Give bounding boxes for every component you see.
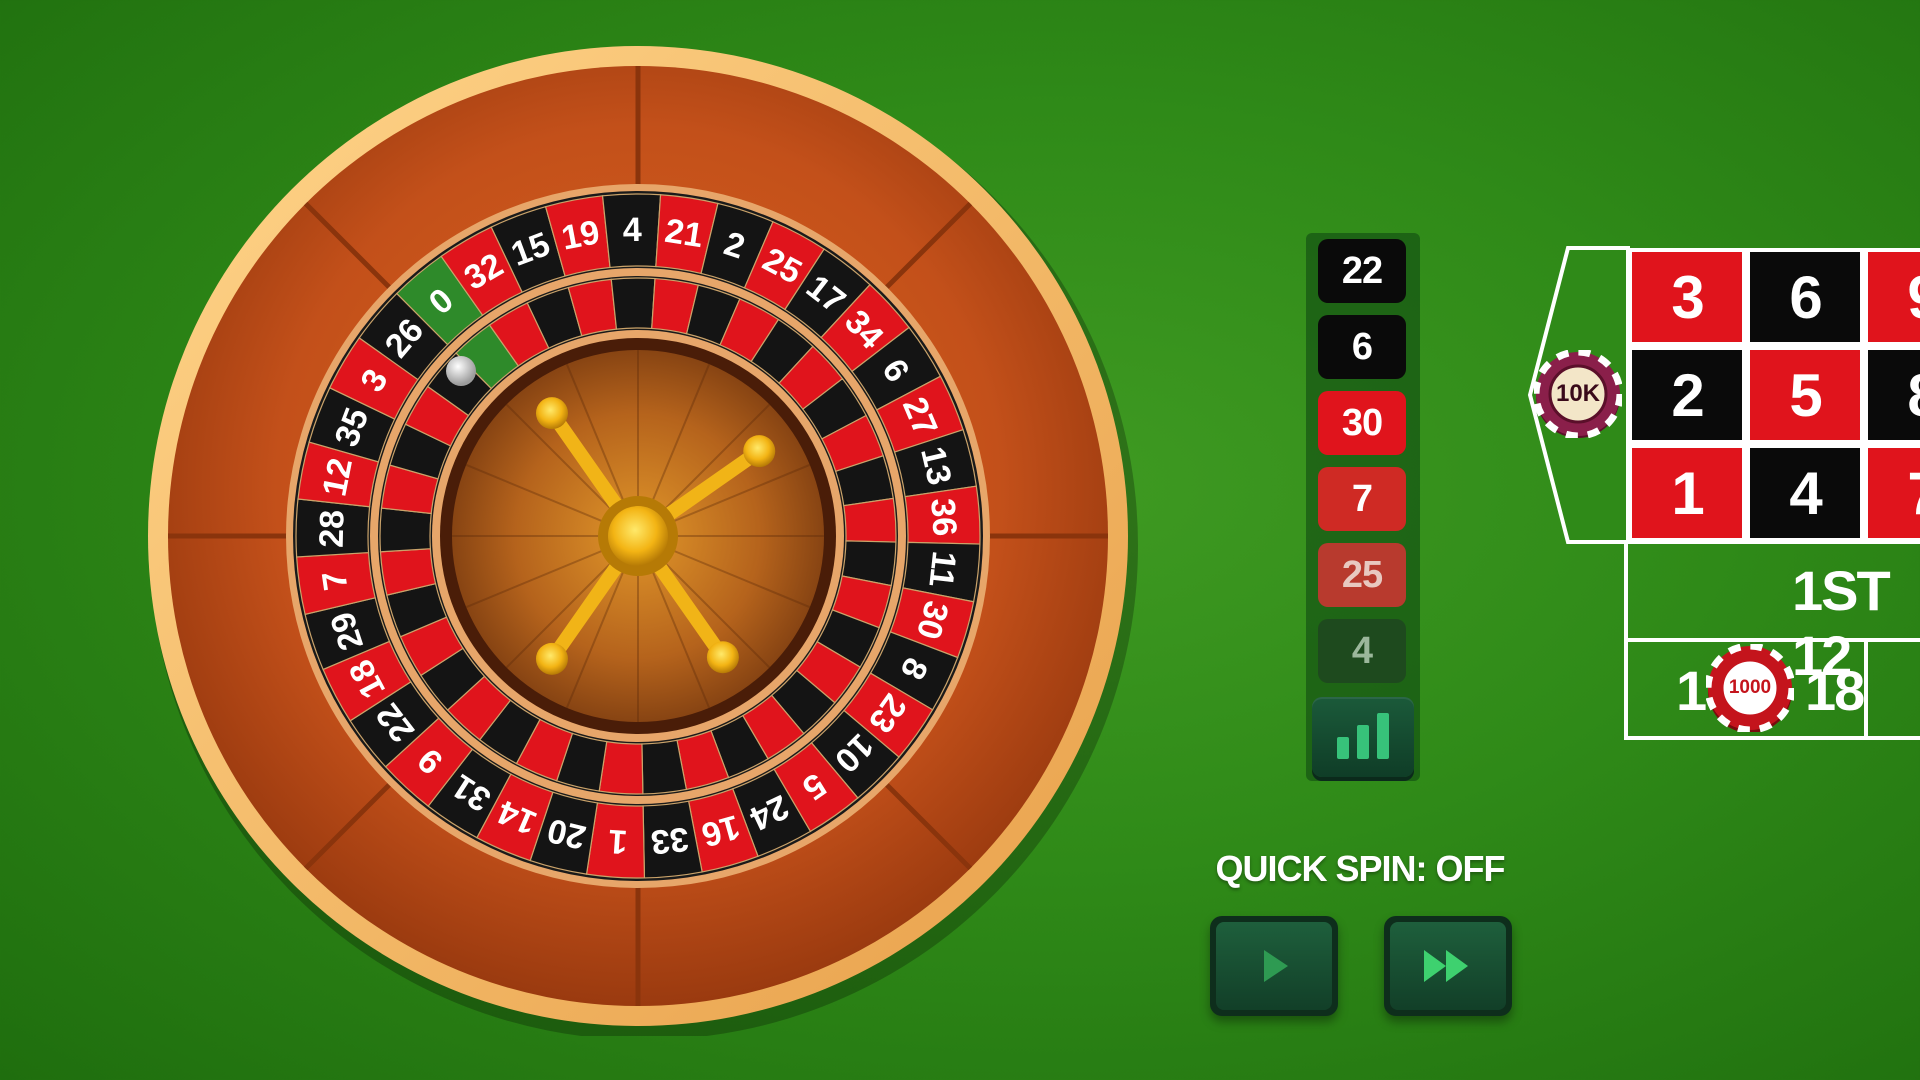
bet-number-9[interactable]: 9 <box>1864 248 1920 346</box>
quick-spin-label: QUICK SPIN: OFF <box>1215 848 1506 889</box>
pocket-label-28: 28 <box>313 509 352 548</box>
bar-chart-icon-bar-2 <box>1357 725 1369 759</box>
bet-number-2[interactable]: 2 <box>1628 346 1746 444</box>
bet-number-4[interactable]: 4 <box>1746 444 1864 542</box>
hub-spoke-knob <box>743 435 776 468</box>
bar-chart-icon <box>1337 737 1349 759</box>
bet-number-6[interactable]: 6 <box>1746 248 1864 346</box>
hub-spoke-knob <box>706 641 739 674</box>
pocket-label-4: 4 <box>622 211 642 249</box>
pocket-label-12: 12 <box>315 455 360 499</box>
hub-center-knob <box>608 506 668 566</box>
statistics-button[interactable] <box>1312 697 1414 777</box>
hub-spoke-knob <box>535 642 568 675</box>
chip-1000[interactable]: 1000 <box>1704 642 1796 737</box>
pocket-label-11: 11 <box>921 549 963 589</box>
history-result-3: 30 <box>1318 391 1406 455</box>
pocket-label-36: 36 <box>923 497 963 537</box>
roulette-scene: 0 32 15 19 4 21 2 25 17 34 6 27 13 36 11 30 8 23 10 5 24 16 33… <box>0 0 1920 1080</box>
pocket-label-1: 1 <box>607 822 628 861</box>
history-result-4: 7 <box>1318 467 1406 531</box>
bet-number-8[interactable]: 8 <box>1864 346 1920 444</box>
pocket-label-21: 21 <box>662 212 705 255</box>
bet-number-7[interactable]: 7 <box>1864 444 1920 542</box>
pocket-label-33: 33 <box>649 819 691 861</box>
spin-button[interactable] <box>1210 916 1338 1016</box>
bet-number-5[interactable]: 5 <box>1746 346 1864 444</box>
history-result-1: 22 <box>1318 239 1406 303</box>
play-icon <box>1264 950 1288 982</box>
history-result-6: 4 <box>1318 619 1406 683</box>
pocket-label-19: 19 <box>558 213 602 257</box>
quick-spin-toggle-button[interactable] <box>1384 916 1512 1016</box>
inner-pocket-28 <box>379 507 432 553</box>
chip-10k-label: 10K <box>1555 380 1601 407</box>
chip-10k[interactable]: 10K <box>1532 348 1624 443</box>
chip-1000-label: 1000 <box>1728 677 1772 698</box>
roulette-wheel-graphic: 03215 19 4 21 2 25173462713361130823105241633… <box>148 46 1138 1036</box>
spin-history-panel: 22 6 30 7 25 4 <box>1306 233 1420 781</box>
bet-number-3[interactable]: 3 <box>1628 248 1746 346</box>
hub-spoke-knob <box>535 397 568 430</box>
fast-forward-icon <box>1424 950 1468 982</box>
history-result-5: 25 <box>1318 543 1406 607</box>
inner-pocket-4 <box>610 277 656 330</box>
bar-chart-icon-bar-3 <box>1377 713 1389 759</box>
bet-number-1[interactable]: 1 <box>1628 444 1746 542</box>
roulette-wheel: 0 32 15 19 4 21 2 25 17 34 6 27 13 36 11 30 8 23 10 5 24 16 33… <box>138 36 1138 1036</box>
roulette-ball <box>446 355 477 386</box>
inner-pocket-36 <box>843 497 897 543</box>
history-result-2: 6 <box>1318 315 1406 379</box>
betting-table: 369258147 1ST 12 1 TO 18 10K 1000 <box>1520 242 1920 742</box>
